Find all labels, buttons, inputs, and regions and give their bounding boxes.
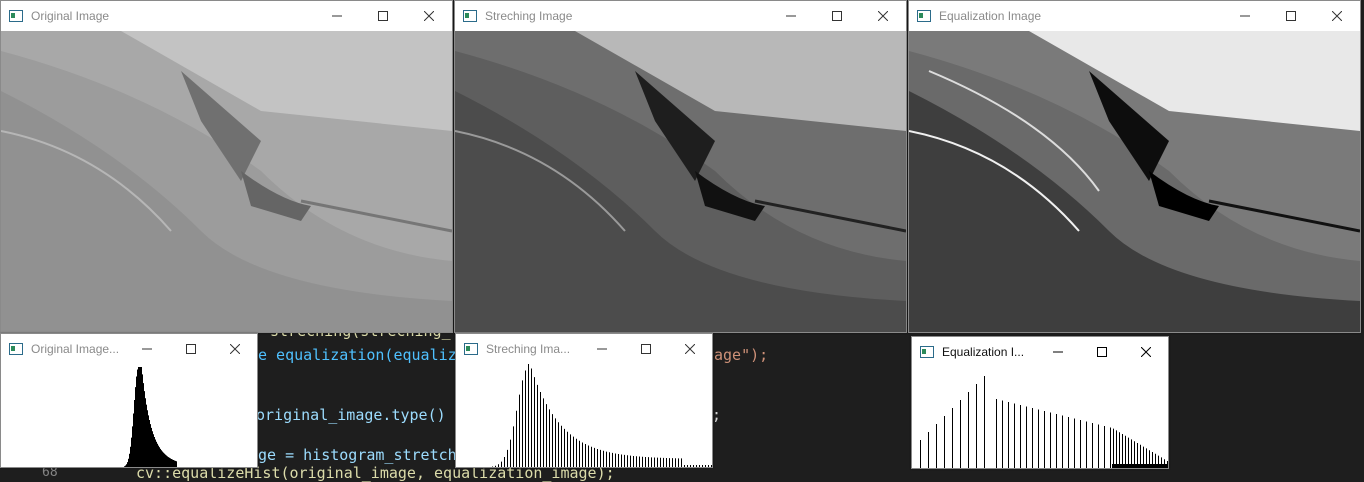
- close-button[interactable]: [213, 334, 257, 364]
- close-button[interactable]: [668, 334, 712, 364]
- maximize-icon: [832, 11, 842, 21]
- maximize-button[interactable]: [169, 334, 213, 364]
- window-app-icon: [9, 343, 23, 355]
- window-title: Streching Image: [485, 9, 573, 23]
- window-original-histogram[interactable]: Original Image...: [0, 333, 258, 468]
- maximize-button[interactable]: [360, 1, 406, 31]
- window-original-image[interactable]: Original Image: [0, 0, 453, 333]
- window-title: Equalization Image: [939, 9, 1042, 23]
- code-line-2-tail: age");: [714, 346, 769, 364]
- maximize-icon: [186, 344, 196, 354]
- titlebar[interactable]: Original Image: [1, 1, 452, 31]
- maximize-button[interactable]: [624, 334, 668, 364]
- close-icon: [1332, 11, 1342, 21]
- titlebar[interactable]: Original Image...: [1, 334, 257, 364]
- window-streching-image[interactable]: Streching Image: [454, 0, 907, 333]
- titlebar[interactable]: Equalization Image: [909, 1, 1360, 31]
- maximize-icon: [1286, 11, 1296, 21]
- minimize-icon: [332, 15, 342, 17]
- maximize-button[interactable]: [1268, 1, 1314, 31]
- histogram-view: [1, 364, 257, 467]
- minimize-icon: [786, 15, 796, 17]
- maximize-button[interactable]: [814, 1, 860, 31]
- minimize-button[interactable]: [125, 334, 169, 364]
- window-title: Original Image...: [31, 342, 120, 356]
- titlebar[interactable]: Equalization I...: [912, 337, 1168, 367]
- window-equalization-image[interactable]: Equalization Image: [908, 0, 1361, 333]
- histogram-view: [912, 367, 1168, 468]
- close-icon: [424, 11, 434, 21]
- close-icon: [1141, 347, 1151, 357]
- landscape-image: [909, 31, 1360, 332]
- code-line-3-tail: ;: [712, 406, 722, 424]
- window-app-icon: [917, 10, 931, 22]
- minimize-button[interactable]: [580, 334, 624, 364]
- maximize-icon: [641, 344, 651, 354]
- window-app-icon: [920, 346, 934, 358]
- minimize-icon: [142, 348, 152, 350]
- minimize-icon: [1240, 15, 1250, 17]
- landscape-image: [455, 31, 906, 332]
- minimize-icon: [1053, 351, 1063, 353]
- titlebar[interactable]: Streching Ima...: [456, 334, 712, 364]
- window-title: Original Image: [31, 9, 110, 23]
- close-icon: [685, 344, 695, 354]
- minimize-button[interactable]: [314, 1, 360, 31]
- maximize-icon: [1097, 347, 1107, 357]
- histogram-plot: [920, 376, 1168, 468]
- close-button[interactable]: [1124, 337, 1168, 367]
- image-view: [1, 31, 452, 332]
- landscape-image: [1, 31, 452, 332]
- code-line-3: original_image.type(): [256, 406, 455, 424]
- minimize-button[interactable]: [1222, 1, 1268, 31]
- close-button[interactable]: [406, 1, 452, 31]
- window-app-icon: [464, 343, 478, 355]
- minimize-icon: [597, 348, 607, 350]
- image-view: [455, 31, 906, 332]
- minimize-button[interactable]: [1036, 337, 1080, 367]
- window-streching-histogram[interactable]: Streching Ima...: [455, 333, 713, 468]
- histogram-plot: [124, 367, 177, 467]
- close-icon: [230, 344, 240, 354]
- histogram-plot: [492, 364, 712, 467]
- histogram-view: [456, 364, 712, 467]
- titlebar[interactable]: Streching Image: [455, 1, 906, 31]
- maximize-icon: [378, 11, 388, 21]
- code-line-2: e equalization(equaliza: [258, 346, 466, 364]
- minimize-button[interactable]: [768, 1, 814, 31]
- window-app-icon: [463, 10, 477, 22]
- close-button[interactable]: [860, 1, 906, 31]
- close-icon: [878, 11, 888, 21]
- window-app-icon: [9, 10, 23, 22]
- maximize-button[interactable]: [1080, 337, 1124, 367]
- image-view: [909, 31, 1360, 332]
- window-equalization-histogram[interactable]: Equalization I...: [911, 336, 1169, 469]
- code-line-4: ge = histogram_stretch: [258, 446, 457, 464]
- window-title: Equalization I...: [942, 345, 1025, 359]
- close-button[interactable]: [1314, 1, 1360, 31]
- window-title: Streching Ima...: [486, 342, 571, 356]
